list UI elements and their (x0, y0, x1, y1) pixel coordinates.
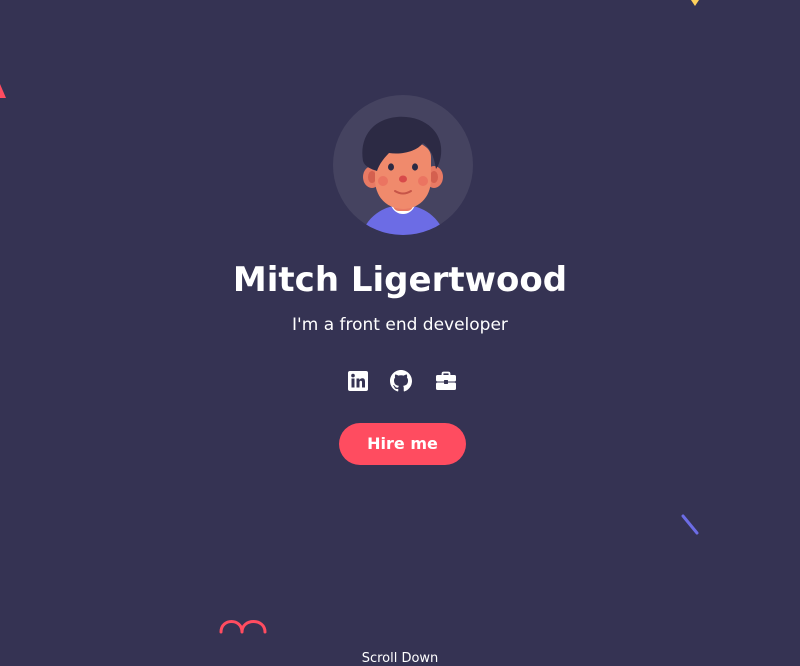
linkedin-icon (348, 371, 368, 391)
avatar-illustration-icon (361, 116, 445, 235)
social-link-linkedin[interactable] (347, 370, 369, 392)
briefcase-icon (436, 371, 456, 390)
hero-name: Mitch Ligertwood (232, 260, 568, 300)
social-link-github[interactable] (390, 370, 412, 392)
page: Mitch Ligertwood I'm a front end develop… (0, 0, 800, 666)
social-link-portfolio[interactable] (435, 370, 457, 392)
hero-tagline: I'm a front end developer (292, 315, 508, 335)
scroll-down-link[interactable]: Scroll Down (0, 650, 800, 666)
hire-me-button[interactable]: Hire me (339, 423, 466, 465)
github-icon (390, 370, 412, 392)
avatar (333, 95, 473, 235)
hero-section: Mitch Ligertwood I'm a front end develop… (0, 0, 800, 666)
